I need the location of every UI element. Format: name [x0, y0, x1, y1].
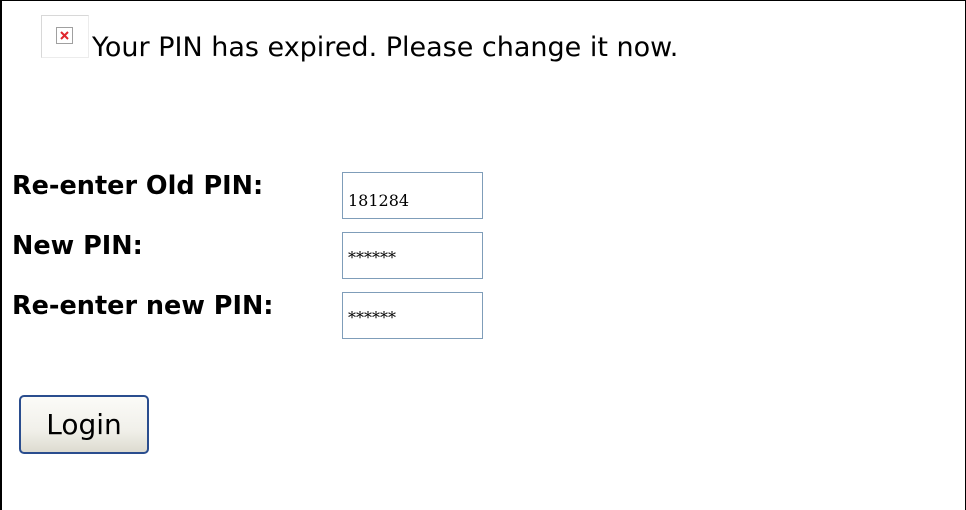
confirm-pin-label: Re-enter new PIN: [12, 291, 274, 321]
new-pin-label: New PIN: [12, 231, 143, 261]
old-pin-label: Re-enter Old PIN: [12, 171, 264, 201]
page-frame: Your PIN has expired. Please change it n… [0, 0, 966, 510]
old-pin-input[interactable] [342, 172, 483, 219]
new-pin-input[interactable] [342, 232, 483, 279]
red-x-icon [60, 31, 69, 40]
broken-image-placeholder [56, 27, 73, 44]
login-button[interactable]: Login [19, 395, 149, 454]
confirm-pin-input[interactable] [342, 292, 483, 339]
broken-image-icon [41, 15, 89, 58]
pin-expired-message: Your PIN has expired. Please change it n… [92, 32, 679, 63]
